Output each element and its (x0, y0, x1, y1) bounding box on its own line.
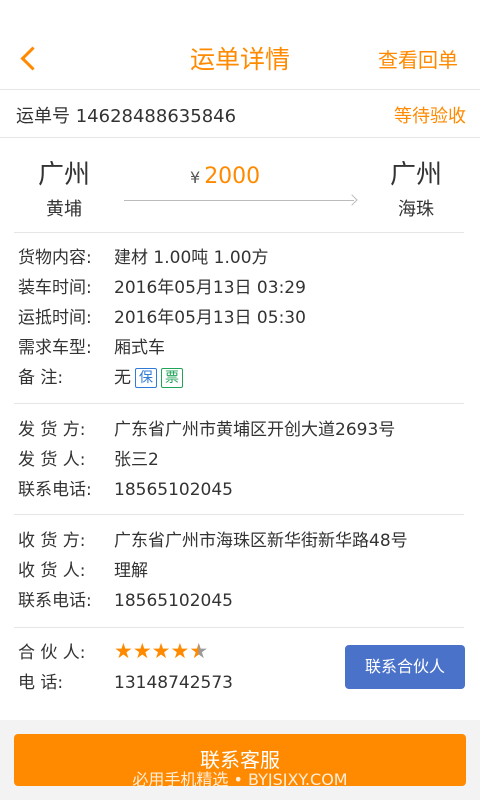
shipper-info: 发 货 方: 广东省广州市黄埔区开创大道2693号 发 货 人: 张三2 联系电话:… (18, 415, 395, 505)
receiver-phone-link[interactable]: 18565102045 (114, 591, 233, 611)
partner-phone-row: 电 话: 13148742573 (18, 668, 233, 698)
status-badge: 等待验收 (394, 106, 466, 127)
destination: 广州 海珠 (386, 154, 446, 221)
destination-district: 海珠 (398, 199, 434, 220)
arrow-head-icon (346, 194, 358, 206)
cargo-info: 货物内容: 建材 1.00吨 1.00方 装车时间: 2016年05月13日 03:… (18, 243, 306, 393)
origin-district: 黄埔 (46, 199, 82, 220)
remark-row: 备 注: 无保票 (18, 363, 306, 393)
field-label: 合 伙 人: (18, 643, 86, 663)
order-row: 运单号 14628488635846 等待验收 (0, 90, 480, 138)
star-icon: ★ (114, 639, 133, 663)
divider (14, 232, 464, 233)
field-label: 联系电话: (18, 591, 92, 611)
field-value: 建材 1.00吨 1.00方 (114, 248, 269, 268)
divider (14, 403, 464, 404)
field-value: 理解 (114, 561, 148, 581)
arrival-time-row: 运抵时间: 2016年05月13日 05:30 (18, 303, 306, 333)
order-number: 运单号 14628488635846 (16, 106, 237, 127)
divider (14, 514, 464, 515)
half-star-icon: ★ (189, 639, 209, 663)
receiver-address-row: 收 货 方: 广东省广州市海珠区新华街新华路48号 (18, 526, 408, 556)
field-label: 装车时间: (18, 278, 92, 298)
star-icon: ★ (170, 639, 190, 663)
partner-phone-link[interactable]: 13148742573 (114, 673, 233, 693)
price-value: 2000 (204, 164, 261, 189)
field-value: 无 (114, 368, 131, 388)
loading-time-row: 装车时间: 2016年05月13日 03:29 (18, 273, 306, 303)
insurance-badge: 保 (135, 368, 157, 388)
contact-partner-button[interactable]: 联系合伙人 (345, 645, 465, 689)
field-label: 收 货 方: (18, 531, 86, 551)
currency-symbol: ¥ (190, 168, 201, 187)
field-value: 厢式车 (114, 338, 165, 358)
field-label: 需求车型: (18, 338, 92, 358)
partner-row: 合 伙 人: ★★★★★ (18, 638, 233, 668)
field-label: 联系电话: (18, 480, 92, 500)
field-label: 发 货 人: (18, 450, 86, 470)
field-value: 2016年05月13日 05:30 (114, 308, 306, 328)
cargo-content-row: 货物内容: 建材 1.00吨 1.00方 (18, 243, 306, 273)
route-summary: 广州 黄埔 ¥2000 广州 海珠 (0, 138, 480, 232)
field-label: 货物内容: (18, 248, 92, 268)
origin: 广州 黄埔 (34, 154, 94, 221)
destination-city: 广州 (389, 160, 442, 190)
shipper-address-row: 发 货 方: 广东省广州市黄埔区开创大道2693号 (18, 415, 395, 445)
star-icon: ★ (132, 639, 152, 663)
field-value: 广东省广州市黄埔区开创大道2693号 (114, 420, 396, 440)
receiver-person-row: 收 货 人: 理解 (18, 556, 408, 586)
field-label: 备 注: (18, 368, 64, 388)
receiver-phone-row: 联系电话: 18565102045 (18, 586, 408, 616)
field-label: 电 话: (18, 673, 64, 693)
field-value: 广东省广州市海珠区新华街新华路48号 (114, 531, 408, 551)
view-receipt-button[interactable]: 查看回单 (378, 44, 458, 73)
field-label: 发 货 方: (18, 420, 86, 440)
field-value: 2016年05月13日 03:29 (114, 278, 306, 298)
field-label: 收 货 人: (18, 561, 86, 581)
shipper-phone-row: 联系电话: 18565102045 (18, 475, 395, 505)
shipper-phone-link[interactable]: 18565102045 (114, 480, 233, 500)
partner-rating: ★★★★★ (114, 638, 208, 668)
vehicle-type-row: 需求车型: 厢式车 (18, 333, 306, 363)
freight-price: ¥2000 (190, 164, 260, 189)
divider (14, 627, 464, 628)
star-icon: ★ (151, 639, 171, 663)
origin-city: 广州 (37, 160, 90, 190)
route-arrow-icon (124, 200, 354, 201)
field-label: 运抵时间: (18, 308, 92, 328)
watermark: 必用手机精选 • BYJSJXY.COM (132, 770, 348, 789)
nav-bar: 运单详情 查看回单 (0, 0, 480, 90)
shipper-person-row: 发 货 人: 张三2 (18, 445, 395, 475)
invoice-badge: 票 (161, 368, 183, 388)
receiver-info: 收 货 方: 广东省广州市海珠区新华街新华路48号 收 货 人: 理解 联系电话: 1… (18, 526, 408, 616)
field-value: 张三2 (114, 450, 159, 470)
partner-info: 合 伙 人: ★★★★★ 电 话: 13148742573 (18, 638, 233, 698)
